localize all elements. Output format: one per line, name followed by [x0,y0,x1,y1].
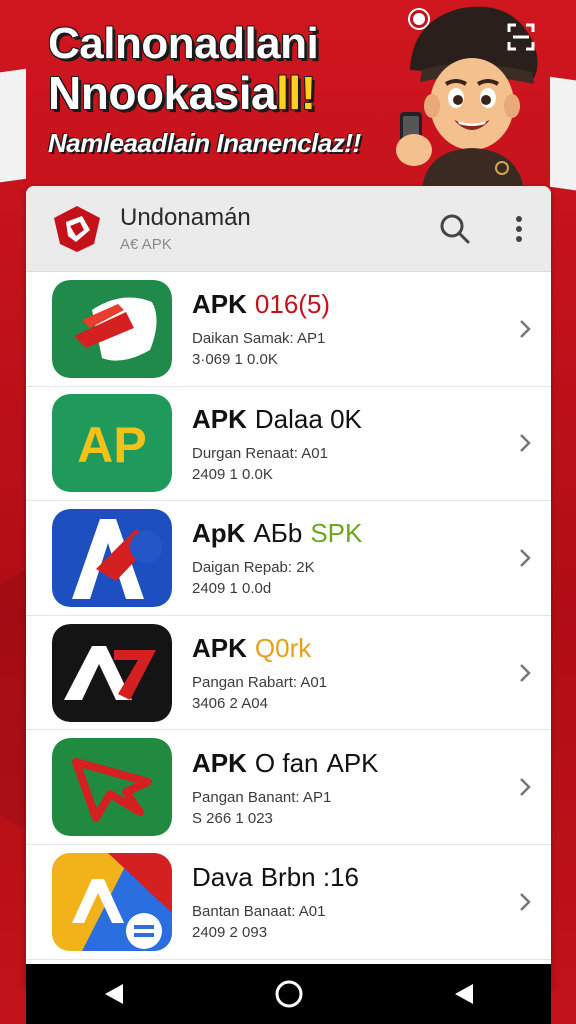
home-button[interactable] [269,974,309,1014]
chevron-right-icon [520,778,531,797]
list-item-title-main: APK [192,633,247,664]
list-item-text: ApK AБb SPK Daigan Repab: 2K 2409 1 0.0d [192,501,362,615]
list-item[interactable]: APK O fan APK Pangan Banant: AP1 S 266 1… [26,730,551,845]
chevron-right-icon [520,434,531,453]
app-list-card: Undonamán A€ APK APK 016(5) Daikan Samak… [26,186,551,986]
list-item-text: APK O fan APK Pangan Banant: AP1 S 266 1… [192,730,379,844]
list-item-size: S 266 1 023 [192,809,273,827]
app-icon-red-outline [52,738,172,837]
list-item-title: APK O fan APK [192,748,379,779]
back-button[interactable] [94,974,134,1014]
app-icon-a7 [52,623,172,722]
list-item-title: Dava Brbn :16 [192,862,359,893]
list-item-title: APK 016(5) [192,289,330,320]
more-vert-icon [516,215,522,242]
list-item-text: APK 016(5) Daikan Samak: AP1 3·069 1 0.0… [192,272,330,386]
app-icon-multicolor [52,852,172,951]
chevron-right-icon [520,892,531,911]
list-item-tag: SPK [310,518,363,549]
list-item-suffix: O fan [254,747,319,778]
svg-text:AP: AP [77,417,146,473]
list-item-meta: Daikan Samak: AP1 [192,330,326,348]
app-title: Undonamán [120,204,251,231]
chevron-right-icon [520,663,531,682]
chevron-right-icon [520,319,531,338]
list-item[interactable]: AP APK Dalaa 0K Durgan Renaat: A01 2409 … [26,387,551,502]
search-icon [440,214,470,243]
list-item-text: APK Dalaa 0K Durgan Renaat: A01 2409 1 0… [192,387,362,501]
banner-text: Calnonadlani Nnookasiall! Namleaadlain I… [48,19,361,158]
list-item-meta: Daigan Repab: 2K [192,559,315,577]
app-header: Undonamán A€ APK [26,186,551,272]
home-icon [275,980,302,1008]
app-icon-red-arrow [52,279,172,378]
list-item-title-main: APK [192,747,247,778]
recents-icon [454,984,473,1004]
list-item[interactable]: ApK AБb SPK Daigan Repab: 2K 2409 1 0.0d [26,501,551,616]
list-item-tag: Q0rk [254,633,312,664]
list-item-text: Dava Brbn :16 Bantan Banaat: A01 2409 2 … [192,845,359,959]
list-item-meta: Pangan Banant: AP1 [192,788,332,806]
list-item-meta: Durgan Renaat: A01 [192,444,328,462]
list-item-title-main: ApK [192,518,246,549]
banner-headline-2-text: Nnookasia [48,67,277,119]
app-subtitle: A€ APK [120,236,172,253]
banner-headline-2: Nnookasiall! [48,70,361,116]
list-item-meta: Bantan Banaat: A01 [192,903,326,921]
app-logo-icon [54,205,100,252]
chevron-right-icon [520,549,531,567]
list-item-tag: 016(5) [254,289,331,320]
list-item[interactable]: Dava Brbn :16 Bantan Banaat: A01 2409 2 … [26,845,551,960]
app-title-wrap: Undonamán A€ APK [120,204,431,253]
back-icon [104,984,123,1004]
overflow-menu-button[interactable] [495,205,543,253]
list-item-title: ApK AБb SPK [192,518,362,549]
scan-icon[interactable] [506,22,536,52]
list-item-title-main: APK [192,289,247,320]
list-item-suffix: AБb [253,518,303,549]
banner-headline-2-accent: ll! [276,67,316,119]
search-button[interactable] [431,205,479,253]
list-item-size: 3·069 1 0.0K [192,351,278,369]
list-item-size: 2409 1 0.0K [192,465,273,483]
list-item-tag: APK [326,747,379,778]
list-item-suffix: Brbn :16 [260,862,359,893]
list-item-size: 2409 2 093 [192,924,268,942]
app-icon-ap: AP [52,394,172,493]
system-nav-bar [26,964,551,1024]
list-item[interactable]: APK 016(5) Daikan Samak: AP1 3·069 1 0.0… [26,272,551,387]
app-icon-blue-a [52,508,172,607]
recents-button[interactable] [444,974,484,1014]
promo-banner: Calnonadlani Nnookasiall! Namleaadlain I… [0,0,576,190]
list-item[interactable]: APK Q0rk Pangan Rabart: A01 3406 2 A04 [26,616,551,731]
list-item-title-main: APK [192,403,247,434]
app-list: APK 016(5) Daikan Samak: AP1 3·069 1 0.0… [26,272,551,960]
list-item-title: APK Q0rk [192,633,327,664]
banner-headline-1: Calnonadlani [48,19,319,68]
list-item-size: 2409 1 0.0d [192,580,272,598]
list-item-text: APK Q0rk Pangan Rabart: A01 3406 2 A04 [192,616,327,730]
list-item-title: APK Dalaa 0K [192,404,362,435]
list-item-suffix: Dalaa 0K [254,403,362,434]
list-item-meta: Pangan Rabart: A01 [192,674,328,692]
banner-tagline: Namleaadlain Inanenclaz!! [48,128,361,158]
list-item-title-main: Dava [192,862,253,893]
list-item-size: 3406 2 A04 [192,695,268,713]
